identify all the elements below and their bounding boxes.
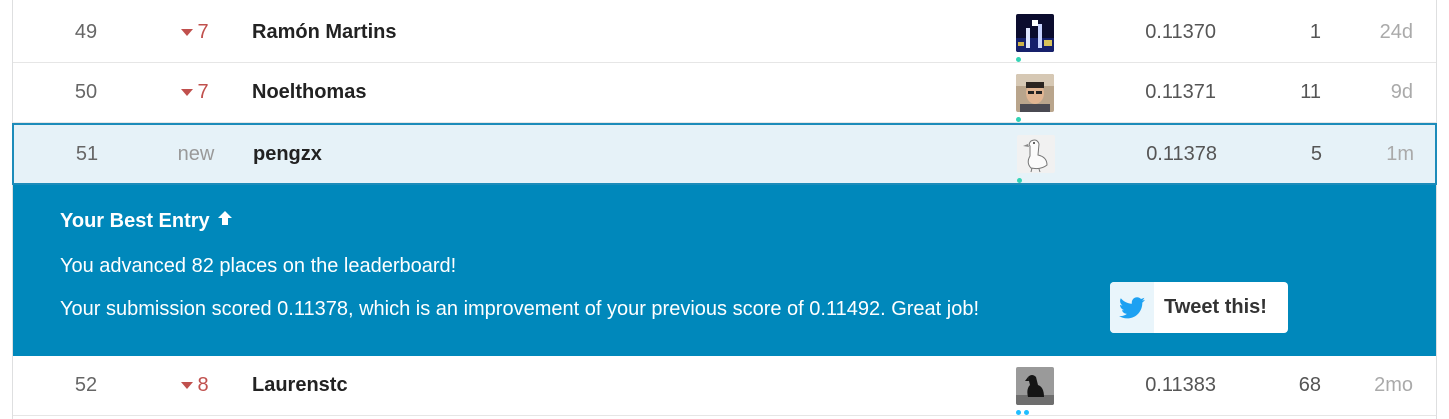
entries-cell: 1 <box>1309 21 1321 43</box>
caret-down-icon <box>181 29 194 36</box>
rank-cell: 50 <box>74 81 98 103</box>
rank-cell: 49 <box>74 21 98 43</box>
team-name-link[interactable]: Ramón Martins <box>252 3 396 62</box>
best-entry-title: Your Best Entry <box>60 209 234 233</box>
last-submission-cell: 9d <box>1390 81 1413 103</box>
twitter-icon <box>1110 282 1154 333</box>
tweet-button[interactable]: Tweet this! <box>1110 282 1288 333</box>
rank-change: 7 <box>159 3 231 62</box>
last-submission-cell: 1m <box>1386 142 1414 165</box>
avatar[interactable] <box>1017 135 1055 173</box>
caret-down-icon <box>181 382 194 389</box>
rank-change: 7 <box>159 63 231 122</box>
last-submission-cell: 24d <box>1379 21 1413 43</box>
rank-cell: 51 <box>75 142 99 165</box>
avatar[interactable] <box>1016 13 1054 52</box>
advancement-message: You advanced 82 places on the leaderboar… <box>60 255 457 277</box>
rank-change: 8 <box>159 356 231 415</box>
team-name-link[interactable]: Noelthomas <box>252 63 366 122</box>
last-submission-cell: 2mo <box>1374 374 1413 396</box>
arrow-up-icon <box>216 209 234 233</box>
leaderboard-row[interactable]: 50 7 Noelthomas 0.11371 11 9d <box>13 63 1436 123</box>
leaderboard-row[interactable]: 49 7 Ramón Martins 0.11370 1 24d <box>13 3 1436 63</box>
rank-cell: 52 <box>74 374 98 396</box>
score-improvement-message: Your submission scored 0.11378, which is… <box>60 298 980 320</box>
leaderboard-row-current-user[interactable]: 51 new pengzx 0.11378 5 1m <box>12 123 1437 185</box>
avatar[interactable] <box>1016 73 1054 112</box>
team-members <box>1015 3 1055 62</box>
score-cell: 0.11383 <box>1145 374 1216 396</box>
rank-change-value: 7 <box>197 21 209 43</box>
score-cell: 0.11371 <box>1145 81 1216 103</box>
team-members <box>1015 63 1055 122</box>
entries-cell: 68 <box>1298 374 1321 396</box>
rank-change-value: 7 <box>197 81 209 103</box>
score-cell: 0.11378 <box>1146 142 1217 165</box>
tweet-button-label: Tweet this! <box>1164 296 1267 318</box>
team-name-link[interactable]: Laurenstc <box>252 356 348 415</box>
rank-change: new <box>177 142 215 165</box>
avatar[interactable] <box>1016 366 1054 405</box>
best-entry-title-text: Your Best Entry <box>60 209 210 232</box>
rank-change-value: 8 <box>197 374 209 396</box>
caret-down-icon <box>181 89 194 96</box>
score-cell: 0.11370 <box>1145 21 1216 43</box>
leaderboard: 49 7 Ramón Martins 0.11370 1 24d 50 7 No… <box>12 0 1437 419</box>
team-name-link[interactable]: pengzx <box>253 125 322 183</box>
best-entry-panel: Your Best Entry You advanced 82 places o… <box>13 185 1436 356</box>
team-members <box>1016 125 1056 183</box>
leaderboard-row[interactable]: 52 8 Laurenstc 0.11383 68 2mo <box>13 356 1436 416</box>
team-members <box>1015 356 1055 415</box>
entries-cell: 5 <box>1310 142 1322 165</box>
entries-cell: 11 <box>1300 81 1321 103</box>
